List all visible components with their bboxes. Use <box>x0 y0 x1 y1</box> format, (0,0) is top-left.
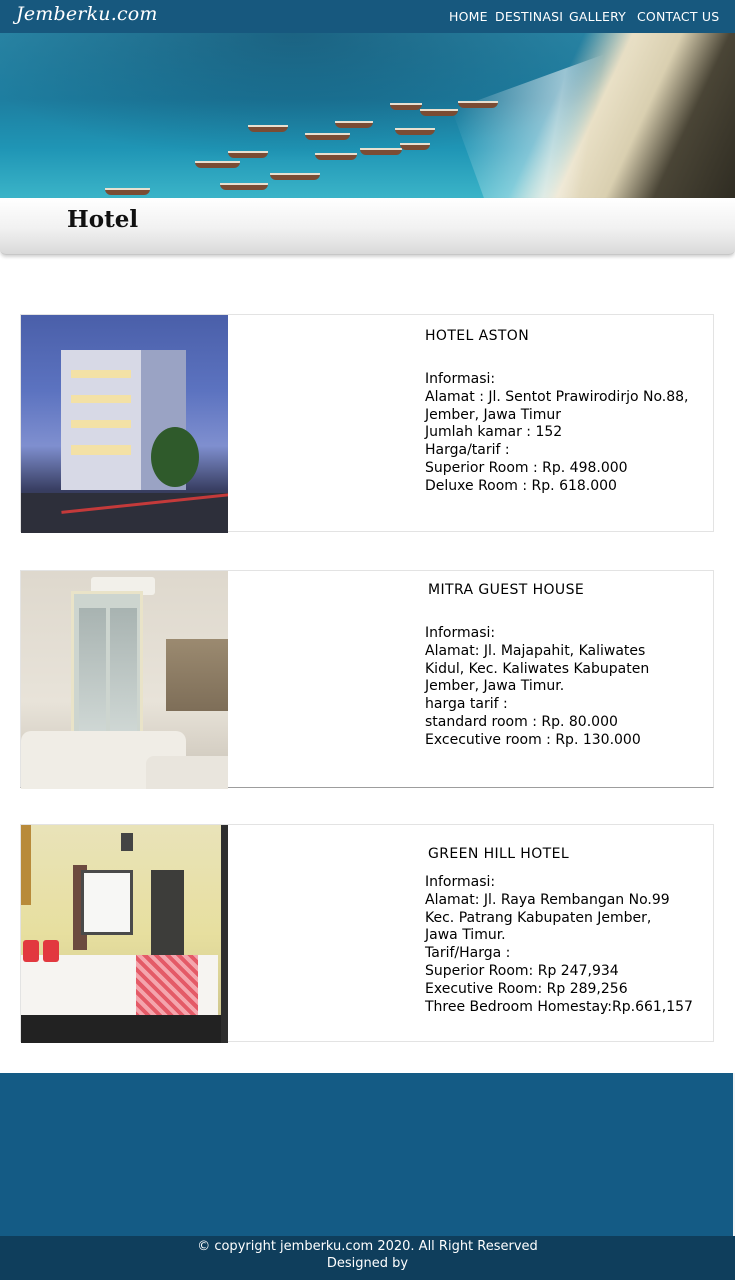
nav-item-destinasi[interactable]: DESTINASI <box>495 9 563 24</box>
hotel-card: GREEN HILL HOTEL Informasi: Alamat: Jl. … <box>20 824 714 1043</box>
hotel-info: Informasi: Alamat: Jl. Raya Rembangan No… <box>425 874 693 1015</box>
hotel-card: MITRA GUEST HOUSE Informasi: Alamat: Jl.… <box>20 570 714 789</box>
page-title: Hotel <box>67 206 139 233</box>
hotel-card: HOTEL ASTON Informasi: Alamat : Jl. Sent… <box>20 314 714 533</box>
page-title-bar: Hotel <box>0 198 735 255</box>
nav-item-home[interactable]: HOME <box>449 9 488 24</box>
hotel-info: Informasi: Alamat : Jl. Sentot Prawirodi… <box>425 371 689 494</box>
hotel-name: HOTEL ASTON <box>425 328 530 344</box>
hotel-info: Informasi: Alamat: Jl. Majapahit, Kaliwa… <box>425 625 650 748</box>
copyright-text: © copyright jemberku.com 2020. All Right… <box>197 1239 538 1271</box>
hero-beach-image <box>0 33 735 198</box>
nav-menu: HOME DESTINASI GALLERY CONTACT US <box>0 8 735 28</box>
green-hill-hotel-photo <box>21 825 228 1043</box>
hotel-aston-photo <box>21 315 228 533</box>
nav-item-gallery[interactable]: GALLERY <box>569 9 626 24</box>
nav-item-contact-us[interactable]: CONTACT US <box>637 9 719 24</box>
mitra-guest-house-photo <box>21 571 228 789</box>
navbar: Jemberku.com HOME DESTINASI GALLERY CONT… <box>0 0 735 33</box>
hotel-name: MITRA GUEST HOUSE <box>428 582 585 598</box>
hotel-name: GREEN HILL HOTEL <box>428 846 570 862</box>
footer <box>0 1073 735 1236</box>
